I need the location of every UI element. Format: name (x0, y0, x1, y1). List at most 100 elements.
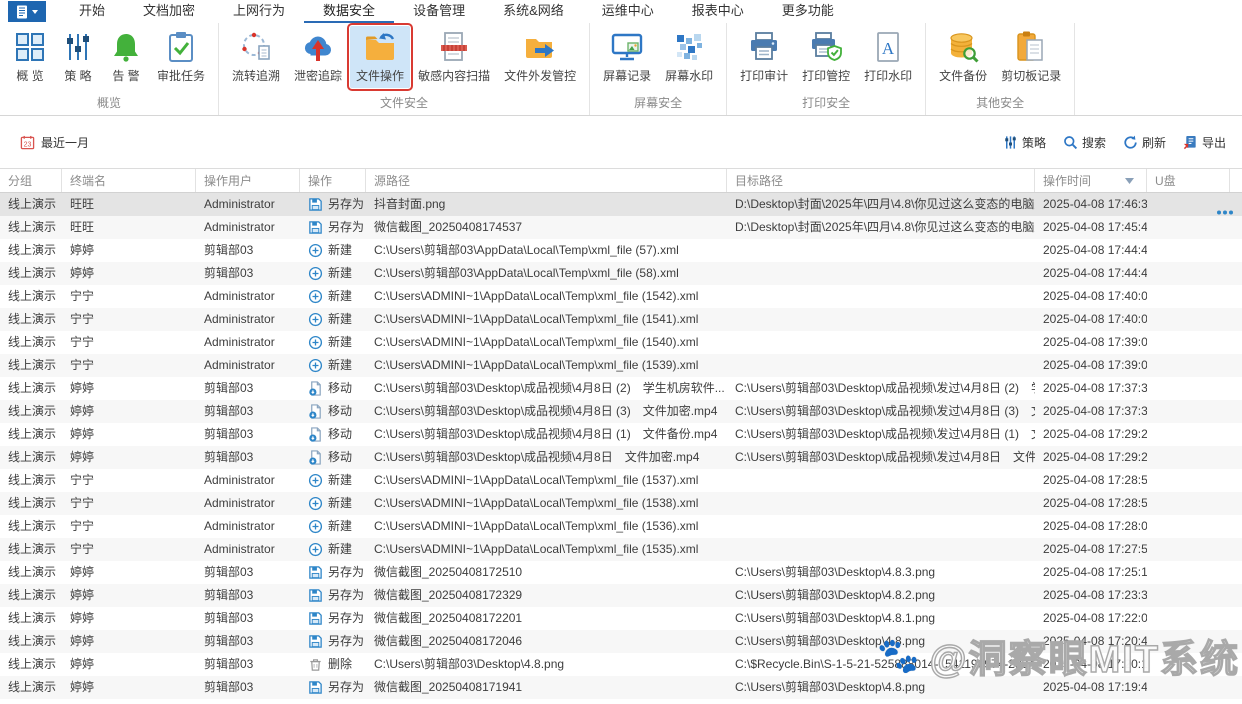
operation-label: 另存为 (328, 680, 365, 694)
clipboard-doc-icon (1014, 30, 1048, 64)
cell-usb-drive (1147, 377, 1230, 400)
cell-source-path: 抖音封面.png (374, 197, 446, 211)
cell-operation: 另存为 (300, 676, 366, 699)
menu-tab-system-network[interactable]: 系统&网络 (484, 0, 583, 21)
date-range-filter[interactable]: 23 最近一月 (20, 134, 89, 151)
column-header-group[interactable]: 分组 (0, 169, 62, 192)
table-row[interactable]: 线上演示 旺旺 Administrator 另存为 抖音封面.png D:\Desktop… (0, 193, 1242, 216)
ribbon-button-label: 文件操作 (356, 69, 405, 83)
cell-spacer (1230, 561, 1242, 584)
menu-tab-data-security[interactable]: 数据安全 (304, 0, 395, 23)
menu-tab-report-center[interactable]: 报表中心 (673, 0, 763, 21)
table-row[interactable]: 线上演示 宁宁 Administrator 新建 C:\Users\ADMINI~1\A… (0, 331, 1242, 354)
ribbon-button-overview[interactable]: 概 览 (7, 26, 53, 88)
ribbon-button-file-backup[interactable]: 文件备份 (933, 26, 993, 88)
table-row[interactable]: 线上演示 婷婷 剪辑部03 另存为 微信截图_20250408172046 C:\User… (0, 630, 1242, 653)
cell-target-path: C:\Users\剪辑部03\Desktop\4.8.png (735, 680, 926, 694)
refresh-icon (1123, 135, 1138, 150)
ribbon-spacer (1075, 23, 1242, 115)
table-row[interactable]: 线上演示 宁宁 Administrator 新建 C:\Users\ADMINI~1\A… (0, 492, 1242, 515)
policy-button[interactable]: 策略 (1003, 134, 1046, 151)
table-row[interactable]: 线上演示 宁宁 Administrator 新建 C:\Users\ADMINI~1\A… (0, 469, 1242, 492)
ribbon-group-print-security: 打印审计 打印管控 A 打印水印 打印安全 (727, 23, 927, 115)
table-row[interactable]: 线上演示 婷婷 剪辑部03 新建 C:\Users\剪辑部03\AppData\Loca… (0, 239, 1242, 262)
ribbon-group-label: 屏幕安全 (634, 96, 683, 110)
column-header-operator[interactable]: 操作用户 (196, 169, 300, 192)
menu-tab-doc-encrypt[interactable]: 文档加密 (124, 0, 214, 21)
ribbon-button-approval-tasks[interactable]: 审批任务 (151, 26, 211, 88)
ribbon-button-screen-watermark[interactable]: 屏幕水印 (659, 26, 719, 88)
table-row[interactable]: 线上演示 宁宁 Administrator 新建 C:\Users\ADMINI~1\A… (0, 308, 1242, 331)
ribbon-button-policy[interactable]: 策 略 (55, 26, 101, 88)
new-icon (308, 473, 323, 488)
cell-operation: 另存为 (300, 607, 366, 630)
table-row[interactable]: 线上演示 婷婷 剪辑部03 新建 C:\Users\剪辑部03\AppData\Loca… (0, 262, 1242, 285)
cell-operation-time: 2025-04-08 17:25:13 (1043, 565, 1147, 579)
table-row[interactable]: 线上演示 婷婷 剪辑部03 另存为 微信截图_20250408171941 C:\User… (0, 676, 1242, 699)
table-row[interactable]: 线上演示 宁宁 Administrator 新建 C:\Users\ADMINI~1\A… (0, 354, 1242, 377)
refresh-button[interactable]: 刷新 (1123, 134, 1166, 151)
menu-tab-device-mgmt[interactable]: 设备管理 (394, 0, 484, 21)
column-header-label: 操作时间 (1043, 174, 1092, 188)
ribbon-button-file-operations[interactable]: 文件操作 (347, 23, 414, 91)
column-header-source-path[interactable]: 源路径 (366, 169, 727, 192)
new-icon (308, 358, 323, 373)
ribbon-button-print-watermark[interactable]: A 打印水印 (858, 26, 918, 88)
search-button[interactable]: 搜索 (1063, 134, 1106, 151)
table-row[interactable]: 线上演示 宁宁 Administrator 新建 C:\Users\ADMINI~1\A… (0, 285, 1242, 308)
ribbon-group-items: 概 览 策 略 告 警 审批任务 (0, 23, 218, 94)
cell-group: 线上演示 (8, 657, 57, 671)
cell-operation-time: 2025-04-08 17:39:03 (1043, 335, 1147, 349)
table-row[interactable]: 线上演示 婷婷 剪辑部03 移动 C:\Users\剪辑部03\Desktop\成品视频… (0, 423, 1242, 446)
column-header-operation-time[interactable]: 操作时间 (1035, 169, 1147, 192)
column-header-usb-drive[interactable]: U盘 (1147, 169, 1230, 192)
menu-tab-net-behavior[interactable]: 上网行为 (214, 0, 304, 21)
ribbon-button-flow-trace[interactable]: 流转追溯 (226, 26, 286, 88)
table-row[interactable]: 线上演示 婷婷 剪辑部03 移动 C:\Users\剪辑部03\Desktop\成品视频… (0, 446, 1242, 469)
ribbon-button-leak-track[interactable]: 泄密追踪 (288, 26, 348, 88)
ribbon-button-print-control[interactable]: 打印管控 (796, 26, 856, 88)
cell-operation-time: 2025-04-08 17:22:04 (1043, 611, 1147, 625)
column-header-operation[interactable]: 操作 (300, 169, 366, 192)
menu-tab-more-features[interactable]: 更多功能 (763, 0, 853, 21)
operation-label: 另存为 (328, 634, 365, 648)
ribbon-button-screen-record[interactable]: 屏幕记录 (597, 26, 657, 88)
table-row[interactable]: 线上演示 婷婷 剪辑部03 移动 C:\Users\剪辑部03\Desktop\成品视频… (0, 400, 1242, 423)
cell-usb-drive (1147, 469, 1230, 492)
ribbon-button-clipboard-record[interactable]: 剪切板记录 (995, 26, 1067, 88)
column-header-label: 操作 (308, 174, 333, 188)
table-row[interactable]: 线上演示 婷婷 剪辑部03 另存为 微信截图_20250408172201 C:\User… (0, 607, 1242, 630)
cell-target-path: C:\Users\剪辑部03\Desktop\4.8.2.png (735, 588, 936, 602)
menu-tab-start[interactable]: 开始 (60, 0, 124, 21)
menu-tab-ops-center[interactable]: 运维中心 (583, 0, 673, 21)
cell-terminal-name: 宁宁 (70, 312, 95, 326)
app-menu-button[interactable] (8, 1, 46, 22)
table-row[interactable]: 线上演示 宁宁 Administrator 新建 C:\Users\ADMINI~1\A… (0, 538, 1242, 561)
ribbon-button-sensitive-scan[interactable]: 敏感内容扫描 (412, 26, 496, 88)
table-row[interactable]: 线上演示 旺旺 Administrator 另存为 微信截图_2025040817453… (0, 216, 1242, 239)
cell-terminal-name: 宁宁 (70, 289, 95, 303)
cell-operation: 移动 (300, 446, 366, 469)
operation-label: 新建 (328, 312, 353, 326)
table-row[interactable]: 线上演示 婷婷 剪辑部03 另存为 微信截图_20250408172510 C:\User… (0, 561, 1242, 584)
cell-source-path: C:\Users\剪辑部03\Desktop\成品视频\4月8日 (1) 文件备… (374, 427, 718, 441)
table-row[interactable]: 线上演示 婷婷 剪辑部03 删除 C:\Users\剪辑部03\Desktop\4.8.… (0, 653, 1242, 676)
cell-usb-drive (1147, 262, 1230, 285)
table-row[interactable]: 线上演示 婷婷 剪辑部03 移动 C:\Users\剪辑部03\Desktop\成品视频… (0, 377, 1242, 400)
cell-source-path: 微信截图_20250408172046 (374, 634, 523, 648)
column-filter-caret[interactable] (1125, 177, 1134, 184)
ribbon-button-file-outgoing-control[interactable]: 文件外发管控 (498, 26, 582, 88)
table-row[interactable]: 线上演示 婷婷 剪辑部03 另存为 微信截图_20250408172329 C:\User… (0, 584, 1242, 607)
column-header-terminal-name[interactable]: 终端名 (62, 169, 196, 192)
export-button[interactable]: 导出 (1183, 134, 1226, 151)
calendar-icon: 23 (20, 135, 35, 150)
table-row[interactable]: 线上演示 宁宁 Administrator 新建 C:\Users\ADMINI~1\A… (0, 515, 1242, 538)
ribbon-button-print-audit[interactable]: 打印审计 (734, 26, 794, 88)
cell-target-path (727, 239, 1035, 262)
ribbon-button-alert[interactable]: 告 警 (103, 26, 149, 88)
cell-spacer (1230, 446, 1242, 469)
ribbon-button-label: 打印审计 (740, 69, 789, 83)
column-header-spacer[interactable] (1230, 169, 1242, 192)
cell-spacer (1230, 262, 1242, 285)
column-header-target-path[interactable]: 目标路径 (727, 169, 1035, 192)
